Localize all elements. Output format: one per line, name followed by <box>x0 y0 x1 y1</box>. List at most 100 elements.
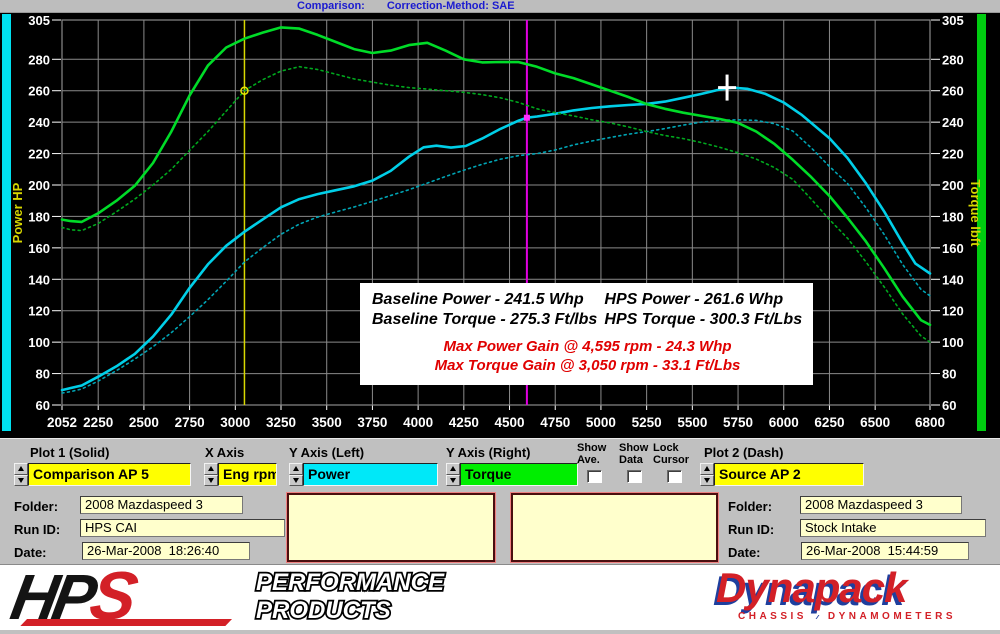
svg-text:3750: 3750 <box>357 415 387 430</box>
yleft-spinner[interactable] <box>289 463 303 486</box>
dynapack-logo: Dynapack CHASSIS DYNAMOMETERS <box>716 565 956 629</box>
show-data-label: ShowData <box>619 442 648 466</box>
xaxis-spinner[interactable] <box>204 463 218 486</box>
plot2-combo: Source AP 2 <box>700 463 864 486</box>
svg-text:200: 200 <box>942 178 964 193</box>
xaxis-combo: Eng rpm <box>204 463 277 486</box>
gain-marker-square <box>524 115 530 121</box>
run1-runid-label: Run ID: <box>14 522 60 537</box>
svg-text:200: 200 <box>28 178 50 193</box>
hps-logo-swoosh <box>20 619 232 626</box>
spin-down-icon[interactable] <box>204 475 218 487</box>
svg-text:120: 120 <box>28 304 50 319</box>
run1-runid-field[interactable]: HPS CAI <box>80 519 285 537</box>
show-ave-checkbox[interactable] <box>587 470 602 483</box>
correction-method-label: Correction-Method: SAE <box>387 0 515 13</box>
title-text: Comparison: Correction-Method: SAE <box>297 0 515 13</box>
plot2-label: Plot 2 (Dash) <box>704 445 783 460</box>
yright-spinner[interactable] <box>446 463 460 486</box>
title-bar: Comparison: Correction-Method: SAE <box>0 0 1000 13</box>
run2-folder-label: Folder: <box>728 499 772 514</box>
torque-axis-title: Torque lbft <box>968 180 983 248</box>
spin-down-icon[interactable] <box>700 475 714 487</box>
spin-down-icon[interactable] <box>446 475 460 487</box>
run1-folder-field[interactable]: 2008 Mazdaspeed 3 <box>80 496 243 514</box>
dynapack-wordmark: Dynapack <box>716 565 956 611</box>
svg-text:240: 240 <box>942 115 964 130</box>
svg-text:60: 60 <box>942 398 956 413</box>
dynapack-chassis-text: CHASSIS <box>738 611 807 622</box>
svg-text:3250: 3250 <box>266 415 296 430</box>
show-data-checkbox[interactable] <box>627 470 642 483</box>
svg-text:80: 80 <box>36 367 50 382</box>
svg-text:80: 80 <box>942 367 956 382</box>
run1-notes-box[interactable] <box>287 493 495 562</box>
svg-text:220: 220 <box>28 147 50 162</box>
hps-logo: HPS <box>7 567 258 629</box>
run2-folder-field[interactable]: 2008 Mazdaspeed 3 <box>800 496 962 514</box>
spin-up-icon[interactable] <box>289 463 303 475</box>
run2-date-field[interactable]: 26-Mar-2008 15:44:59 <box>801 542 969 560</box>
svg-text:2500: 2500 <box>129 415 159 430</box>
run2-notes-box[interactable] <box>511 493 718 562</box>
svg-text:5250: 5250 <box>632 415 662 430</box>
plot1-spinner[interactable] <box>14 463 28 486</box>
svg-text:4250: 4250 <box>449 415 479 430</box>
baseline-power-text: Baseline Power - 241.5 Whp <box>372 290 600 310</box>
svg-text:305: 305 <box>28 13 50 28</box>
hps-torque-text: HPS Torque - 300.3 Ft/Lbs <box>604 310 807 330</box>
dynapack-dynamometers-text: DYNAMOMETERS <box>828 611 956 622</box>
baseline-torque-text: Baseline Torque - 275.3 Ft/lbs <box>372 310 600 330</box>
dynapack-subtitle: CHASSIS DYNAMOMETERS <box>738 611 956 622</box>
svg-text:5000: 5000 <box>586 415 616 430</box>
plot2-spinner[interactable] <box>700 463 714 486</box>
run2-runid-label: Run ID: <box>728 522 774 537</box>
plot2-select[interactable]: Source AP 2 <box>714 463 864 486</box>
svg-text:60: 60 <box>36 398 50 413</box>
svg-text:180: 180 <box>28 209 50 224</box>
svg-text:2250: 2250 <box>83 415 113 430</box>
power-axis-title: Power HP <box>10 182 25 243</box>
hps-power-text: HPS Power - 261.6 Whp <box>604 290 807 310</box>
plot1-label: Plot 1 (Solid) <box>30 445 109 460</box>
svg-text:140: 140 <box>28 272 50 287</box>
svg-text:140: 140 <box>942 272 964 287</box>
spin-up-icon[interactable] <box>700 463 714 475</box>
svg-text:4750: 4750 <box>540 415 570 430</box>
yaxis-left-combo: Power <box>289 463 438 486</box>
svg-text:160: 160 <box>28 241 50 256</box>
max-power-gain-text: Max Power Gain @ 4,595 rpm - 24.3 Whp <box>372 337 803 356</box>
run2-runid-field[interactable]: Stock Intake <box>800 519 986 537</box>
spin-up-icon[interactable] <box>14 463 28 475</box>
xaxis-select[interactable]: Eng rpm <box>218 463 277 486</box>
svg-text:5750: 5750 <box>723 415 753 430</box>
svg-text:2750: 2750 <box>175 415 205 430</box>
lock-cursor-label: LockCursor <box>653 442 689 466</box>
hps-torque-solid- <box>62 27 930 325</box>
yaxis-right-combo: Torque <box>446 463 578 486</box>
spin-down-icon[interactable] <box>14 475 28 487</box>
svg-text:180: 180 <box>942 209 964 224</box>
svg-text:3000: 3000 <box>220 415 250 430</box>
yaxis-left-label: Y Axis (Left) <box>289 445 364 460</box>
lock-cursor-checkbox[interactable] <box>667 470 682 483</box>
svg-text:6500: 6500 <box>860 415 890 430</box>
annotation-box: Baseline Power - 241.5 Whp HPS Power - 2… <box>360 283 813 385</box>
logo-strip: HPS PERFORMANCE PRODUCTS Dynapack CHASSI… <box>0 564 1000 630</box>
spin-up-icon[interactable] <box>446 463 460 475</box>
spin-down-icon[interactable] <box>289 475 303 487</box>
hps-performance-products-wordmark: PERFORMANCE PRODUCTS <box>252 568 462 628</box>
max-torque-gain-text: Max Torque Gain @ 3,050 rpm - 33.1 Ft/Lb… <box>372 356 803 375</box>
yaxis-right-select[interactable]: Torque <box>460 463 578 486</box>
svg-text:5500: 5500 <box>677 415 707 430</box>
run2-date-label: Date: <box>728 545 761 560</box>
svg-text:6250: 6250 <box>814 415 844 430</box>
svg-text:2052: 2052 <box>47 415 77 430</box>
yaxis-right-label: Y Axis (Right) <box>446 445 531 460</box>
plot1-select[interactable]: Comparison AP 5 <box>28 463 191 486</box>
svg-text:240: 240 <box>28 115 50 130</box>
svg-text:100: 100 <box>942 335 964 350</box>
yaxis-left-select[interactable]: Power <box>303 463 438 486</box>
svg-text:120: 120 <box>942 304 964 319</box>
spin-up-icon[interactable] <box>204 463 218 475</box>
